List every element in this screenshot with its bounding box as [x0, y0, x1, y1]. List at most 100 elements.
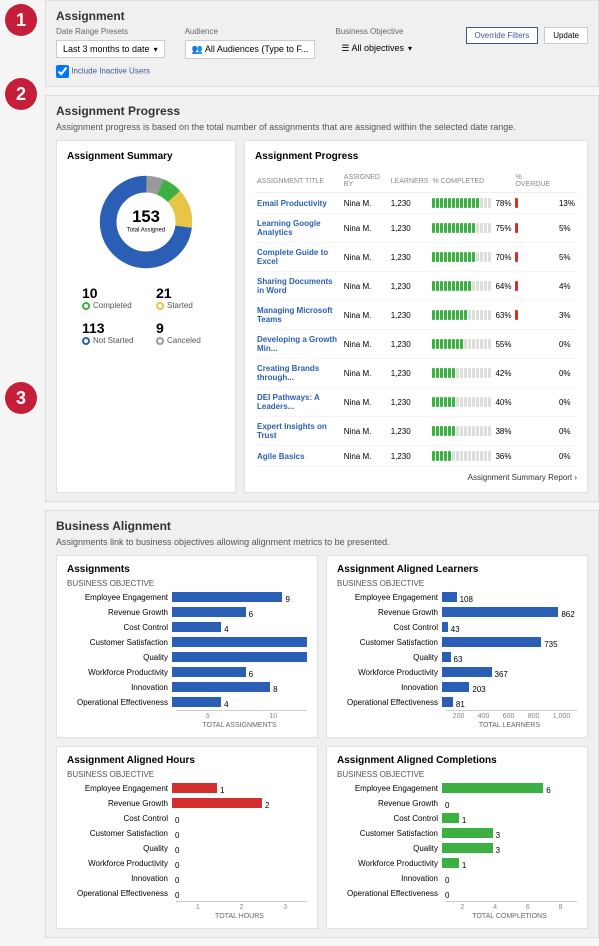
alignment-section: Business Alignment Assignments link to b… [45, 510, 599, 938]
summary-title: Assignment Summary [67, 151, 225, 162]
chevron-down-icon: ▾ [154, 45, 158, 54]
step-badge-2: 2 [5, 78, 37, 110]
chart-axis-label: BUSINESS OBJECTIVE [67, 579, 307, 588]
bar-row: Employee Engagement6 [337, 781, 577, 795]
stat-item: 113Not Started [82, 320, 136, 345]
stat-item: 21Started [156, 285, 210, 310]
assignment-link[interactable]: Expert Insights on Trust [255, 417, 342, 446]
table-row: Developing a Growth Min...Nina M.1,23055… [255, 330, 577, 359]
step-badge-1: 1 [5, 4, 37, 36]
bar-row: Operational Effectiveness4 [67, 695, 307, 709]
objective-label: Business Objective [335, 27, 435, 36]
chart-axis-label: BUSINESS OBJECTIVE [337, 579, 577, 588]
assignment-link[interactable]: Agile Basics [255, 446, 342, 467]
bar-row: Workforce Productivity6 [67, 665, 307, 679]
bar-row: Employee Engagement1 [67, 781, 307, 795]
include-inactive-checkbox[interactable]: Include Inactive Users [56, 65, 588, 78]
chart-title: Assignment Aligned Learners [337, 564, 577, 575]
chart-x-label: TOTAL ASSIGNMENTS [172, 722, 307, 729]
assignment-link[interactable]: Email Productivity [255, 193, 342, 214]
bar-row: Customer Satisfaction11 [67, 635, 307, 649]
chart-panel: Assignment Aligned CompletionsBUSINESS O… [326, 746, 588, 929]
bar-row: Employee Engagement9 [67, 590, 307, 604]
progress-section: Assignment Progress Assignment progress … [45, 95, 599, 502]
assignment-link[interactable]: DEI Pathways: A Leaders... [255, 388, 342, 417]
table-header: % COMPLETED [430, 170, 493, 193]
progress-title: Assignment Progress [56, 104, 588, 118]
svg-text:Total Assigned: Total Assigned [127, 228, 165, 234]
progress-subtitle: Assignment progress is based on the tota… [56, 122, 588, 132]
assignment-link[interactable]: Creating Brands through... [255, 359, 342, 388]
assignment-link[interactable]: Sharing Documents in Word [255, 272, 342, 301]
audience-input[interactable]: 👥 All Audiences (Type to F... [185, 40, 316, 59]
chart-title: Assignment Aligned Hours [67, 755, 307, 766]
bar-row: Workforce Productivity1 [337, 856, 577, 870]
bar-row: Operational Effectiveness81 [337, 695, 577, 709]
table-row: Complete Guide to ExcelNina M.1,23070%5% [255, 243, 577, 272]
bar-row: Operational Effectiveness0 [337, 886, 577, 900]
bar-row: Innovation8 [67, 680, 307, 694]
chevron-down-icon: ▾ [408, 44, 412, 53]
bar-row: Cost Control43 [337, 620, 577, 634]
bar-row: Customer Satisfaction735 [337, 635, 577, 649]
assignment-link[interactable]: Learning Google Analytics [255, 214, 342, 243]
stat-item: 9Canceled [156, 320, 210, 345]
summary-report-link[interactable]: Assignment Summary Report › [255, 473, 577, 482]
table-header: ASSIGNMENT TITLE [255, 170, 342, 193]
bar-row: Quality0 [67, 841, 307, 855]
chart-x-label: TOTAL LEARNERS [442, 722, 577, 729]
assignment-link[interactable]: Managing Microsoft Teams [255, 301, 342, 330]
svg-text:153: 153 [132, 207, 160, 226]
assignment-title: Assignment [56, 9, 588, 23]
chart-title: Assignments [67, 564, 307, 575]
bar-row: Innovation0 [337, 871, 577, 885]
step-badge-3: 3 [5, 382, 37, 414]
assignment-link[interactable]: Developing a Growth Min... [255, 330, 342, 359]
date-range-select[interactable]: Last 3 months to date▾ [56, 40, 165, 58]
bar-row: Operational Effectiveness0 [67, 886, 307, 900]
table-row: Creating Brands through...Nina M.1,23042… [255, 359, 577, 388]
bar-row: Innovation0 [67, 871, 307, 885]
update-button[interactable]: Update [544, 27, 588, 44]
summary-donut-chart: 153 Total Assigned [96, 172, 196, 272]
table-row: DEI Pathways: A Leaders...Nina M.1,23040… [255, 388, 577, 417]
bar-row: Innovation203 [337, 680, 577, 694]
chart-x-label: TOTAL COMPLETIONS [442, 913, 577, 920]
alignment-subtitle: Assignments link to business objectives … [56, 537, 588, 547]
progress-table-title: Assignment Progress [255, 151, 577, 162]
stat-item: 10Completed [82, 285, 136, 310]
bar-row: Revenue Growth0 [337, 796, 577, 810]
objective-select[interactable]: ☰ All objectives▾ [335, 40, 435, 57]
override-filters-button[interactable]: Override Filters [466, 27, 539, 44]
bar-row: Quality63 [337, 650, 577, 664]
table-header [493, 170, 513, 193]
bar-row: Cost Control4 [67, 620, 307, 634]
bar-row: Revenue Growth862 [337, 605, 577, 619]
table-header: % OVERDUE [513, 170, 557, 193]
chart-panel: Assignment Aligned Learners BUSINESS OBJE… [326, 555, 588, 738]
audience-label: Audience [185, 27, 316, 36]
chart-panel: Assignment Aligned Hours BUSINESS OBJECTI… [56, 746, 318, 929]
table-row: Sharing Documents in WordNina M.1,23064%… [255, 272, 577, 301]
chart-axis-label: BUSINESS OBJECTIVE [67, 770, 307, 779]
chart-panel: Assignments BUSINESS OBJECTIVE Employee En… [56, 555, 318, 738]
chart-x-label: TOTAL HOURS [172, 913, 307, 920]
bar-row: Quality3 [337, 841, 577, 855]
chart-title: Assignment Aligned Completions [337, 755, 577, 766]
bar-row: Quality11 [67, 650, 307, 664]
bar-row: Revenue Growth6 [67, 605, 307, 619]
people-icon: 👥 [192, 44, 203, 55]
bar-row: Customer Satisfaction3 [337, 826, 577, 840]
alignment-title: Business Alignment [56, 519, 588, 533]
table-header: ASSIGNED BY [342, 170, 389, 193]
progress-table: ASSIGNMENT TITLEASSIGNED BYLEARNERS% COM… [255, 170, 577, 467]
table-row: Expert Insights on TrustNina M.1,23038%0… [255, 417, 577, 446]
table-row: Learning Google AnalyticsNina M.1,23075%… [255, 214, 577, 243]
bar-row: Cost Control0 [67, 811, 307, 825]
table-row: Agile BasicsNina M.1,23036%0% [255, 446, 577, 467]
assignment-section: Assignment Date Range Presets Last 3 mon… [45, 0, 599, 87]
bar-row: Workforce Productivity0 [67, 856, 307, 870]
list-icon: ☰ [341, 43, 349, 54]
assignment-link[interactable]: Complete Guide to Excel [255, 243, 342, 272]
bar-row: Cost Control1 [337, 811, 577, 825]
